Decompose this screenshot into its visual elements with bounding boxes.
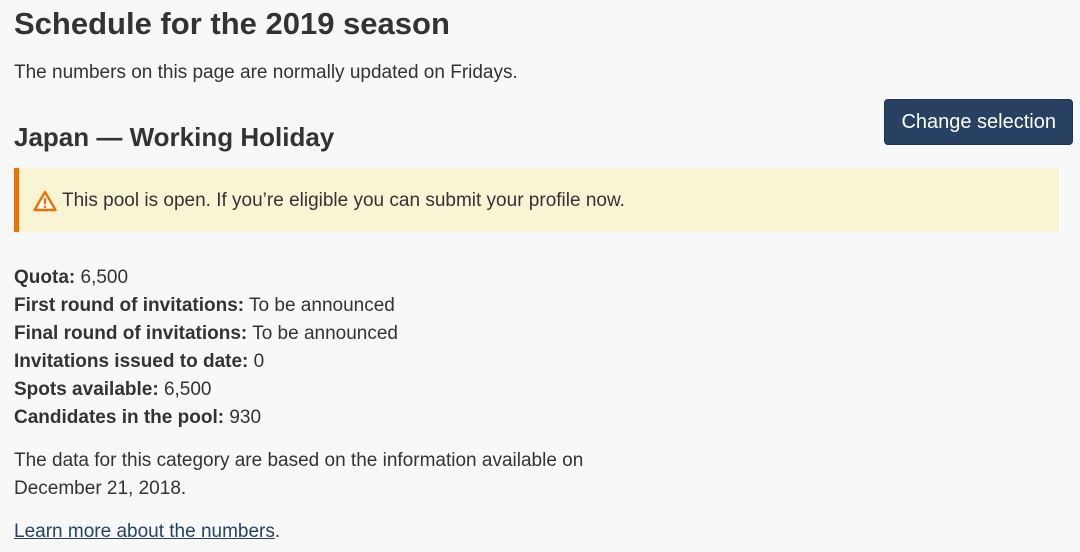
fact-label: Spots available: [14, 379, 159, 400]
pool-open-alert: This pool is open. If you’re eligible yo… [14, 168, 1059, 232]
update-notice: The numbers on this page are normally up… [14, 62, 518, 83]
learn-more-link[interactable]: Learn more about the numbers [14, 521, 275, 542]
fact-value: 6,500 [80, 267, 129, 288]
warning-icon [33, 190, 57, 212]
fact-row: Invitations issued to date: 0 [14, 348, 1066, 376]
pool-facts: Quota: 6,500 First round of invitations:… [14, 264, 1066, 432]
fact-value: 6,500 [163, 379, 212, 400]
learn-more-suffix: . [274, 521, 281, 542]
fact-row: Final round of invitations: To be announ… [14, 320, 1066, 348]
fact-value: 930 [229, 407, 262, 428]
fact-row: Quota: 6,500 [14, 264, 1066, 292]
alert-text: This pool is open. If you’re eligible yo… [62, 190, 625, 211]
fact-label: First round of invitations: [14, 295, 245, 316]
page-title: Schedule for the 2019 season [14, 6, 450, 41]
fact-row: First round of invitations: To be announ… [14, 292, 1066, 320]
fact-label: Candidates in the pool: [14, 407, 225, 428]
fact-row: Spots available: 6,500 [14, 376, 1066, 404]
change-selection-button[interactable]: Change selection [884, 99, 1073, 145]
page: Schedule for the 2019 season The numbers… [0, 0, 1080, 546]
fact-row: Candidates in the pool: 930 [14, 404, 1066, 432]
fact-value: To be announced [249, 295, 395, 316]
data-date-note: The data for this category are based on … [14, 450, 584, 499]
learn-more-paragraph: Learn more about the numbers. [14, 518, 1066, 546]
fact-label: Quota: [14, 267, 76, 288]
fact-label: Invitations issued to date: [14, 351, 249, 372]
fact-label: Final round of invitations: [14, 323, 248, 344]
fact-value: 0 [253, 351, 265, 372]
fact-value: To be announced [252, 323, 398, 344]
